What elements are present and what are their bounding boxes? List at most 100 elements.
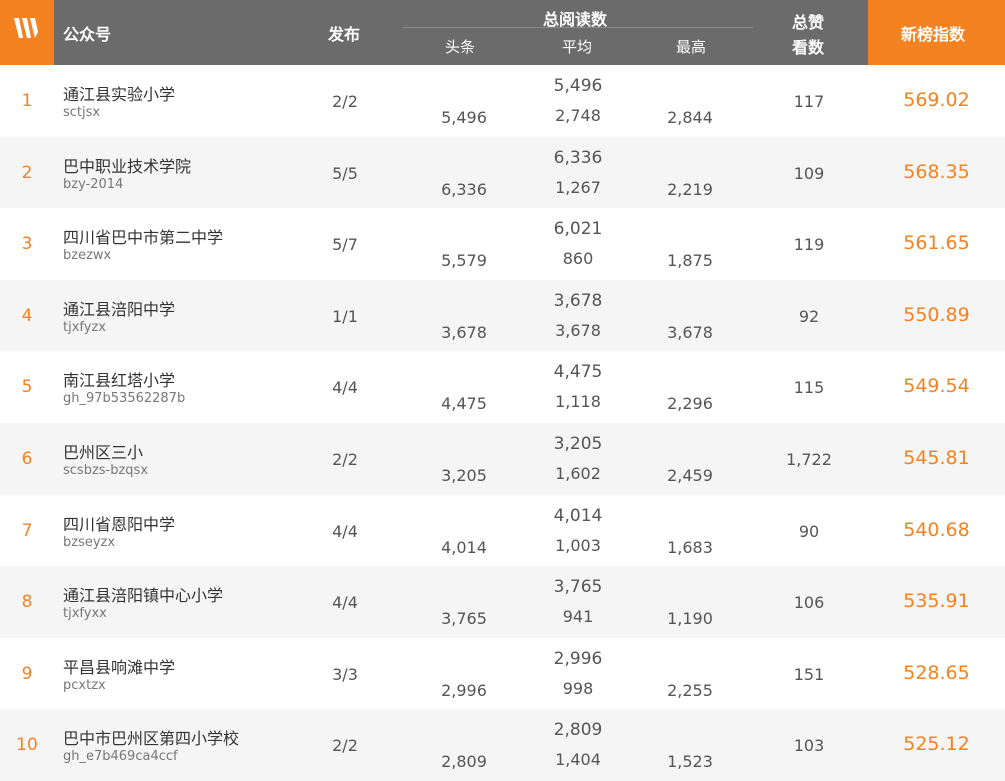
- rank-cell: 8: [21, 592, 33, 613]
- index-score: 540.68: [903, 518, 970, 541]
- rank-cell: 5: [21, 377, 33, 398]
- account-name[interactable]: 巴州区三小: [63, 439, 143, 463]
- head-reads: 3,765: [441, 609, 487, 629]
- rank-cell: 10: [16, 735, 38, 756]
- account-id: tjxfyzx: [63, 319, 106, 335]
- table-row[interactable]: 1 通江县实验小学 sctjsx 2/2 5,496 5,496 2,748 2,844 117…: [0, 65, 1005, 137]
- rank-cell: 7: [21, 520, 33, 541]
- table-row[interactable]: 6 巴州区三小 scsbzs-bzqsx 2/2 3,205 3,205 1,602 2,45…: [0, 423, 1005, 495]
- head-reads: 4,475: [441, 394, 487, 414]
- avg-reads: 941: [562, 607, 594, 627]
- max-reads: 1,875: [667, 251, 713, 271]
- total-reads: 2,809: [553, 720, 603, 741]
- index-score: 549.54: [903, 375, 970, 398]
- table-row[interactable]: 7 四川省恩阳中学 bzseyzx 4/4 4,014 4,014 1,003 1,683 90…: [0, 495, 1005, 567]
- head-reads: 4,014: [441, 537, 487, 557]
- avg-reads: 1,404: [555, 750, 601, 770]
- avg-reads: 1,267: [555, 177, 601, 197]
- column-header-likes-line2[interactable]: 看数: [792, 34, 824, 58]
- total-reads: 6,021: [553, 219, 603, 240]
- head-reads: 2,996: [441, 680, 487, 700]
- index-score: 568.35: [903, 160, 970, 183]
- publish-count: 5/5: [332, 163, 358, 183]
- account-name[interactable]: 巴中职业技术学院: [63, 153, 191, 177]
- ranking-table: 公众号 发布 总阅读数 头条 平均 最高 总赞 看数 新榜指数 1 通江县实验小学…: [0, 0, 1005, 781]
- publish-count: 2/2: [332, 736, 358, 756]
- publish-count: 4/4: [332, 378, 358, 398]
- account-id: tjxfyxx: [63, 606, 107, 622]
- index-score: 525.12: [903, 733, 970, 756]
- table-row[interactable]: 2 巴中职业技术学院 bzy-2014 5/5 6,336 6,336 1,267 2,219…: [0, 136, 1005, 209]
- column-header-index[interactable]: 新榜指数: [901, 21, 965, 45]
- likes-count: 90: [798, 521, 820, 541]
- total-reads: 4,475: [553, 362, 603, 383]
- max-reads: 2,255: [667, 680, 713, 700]
- rank-cell: 3: [21, 234, 33, 255]
- account-name[interactable]: 通江县涪阳中学: [63, 296, 175, 320]
- account-name[interactable]: 通江县涪阳镇中心小学: [63, 582, 223, 606]
- account-name[interactable]: 四川省巴中市第二中学: [63, 224, 223, 248]
- publish-count: 2/2: [332, 92, 358, 111]
- total-reads: 3,765: [553, 577, 603, 598]
- index-score: 535.91: [903, 590, 970, 613]
- head-reads: 6,336: [441, 179, 487, 199]
- column-header-avg[interactable]: 平均: [562, 36, 592, 57]
- total-reads: 3,678: [553, 290, 603, 311]
- total-reads: 6,336: [553, 147, 603, 168]
- account-name[interactable]: 平昌县响滩中学: [63, 654, 175, 678]
- likes-count: 117: [793, 92, 825, 111]
- max-reads: 2,844: [667, 108, 713, 127]
- avg-reads: 860: [562, 249, 594, 269]
- table-row[interactable]: 10 巴中市巴州区第四小学校 gh_e7b469ca4ccf 2/2 2,809 2,80…: [0, 709, 1005, 781]
- table-row[interactable]: 9 平昌县响滩中学 pcxtzx 3/3 2,996 2,996 998 2,255 151 52…: [0, 638, 1005, 710]
- publish-count: 5/7: [332, 235, 358, 255]
- head-reads: 2,809: [441, 752, 487, 772]
- rank-cell: 6: [21, 449, 33, 469]
- max-reads: 1,683: [667, 537, 713, 557]
- total-reads: 3,205: [553, 434, 603, 454]
- account-name[interactable]: 通江县实验小学: [63, 81, 175, 105]
- likes-count: 1,722: [786, 450, 832, 469]
- avg-reads: 3,678: [555, 320, 601, 340]
- likes-count: 119: [793, 235, 825, 255]
- likes-count: 115: [793, 378, 825, 398]
- likes-count: 106: [793, 593, 825, 613]
- head-reads: 3,678: [441, 322, 487, 342]
- table-row[interactable]: 3 四川省巴中市第二中学 bzezwx 5/7 6,021 5,579 860 1,875 11…: [0, 208, 1005, 280]
- likes-count: 92: [798, 306, 820, 326]
- total-reads: 4,014: [553, 505, 603, 526]
- index-score: 550.89: [903, 303, 970, 326]
- account-id: sctjsx: [63, 105, 101, 120]
- table-row[interactable]: 8 通江县涪阳镇中心小学 tjxfyxx 4/4 3,765 3,765 941 1,190 1…: [0, 566, 1005, 638]
- column-header-max[interactable]: 最高: [676, 36, 706, 57]
- column-header-publish[interactable]: 发布: [328, 21, 360, 45]
- max-reads: 1,190: [667, 609, 713, 629]
- column-header-likes-line1[interactable]: 总赞: [792, 9, 824, 33]
- likes-count: 151: [793, 664, 825, 684]
- avg-reads: 2,748: [555, 106, 601, 125]
- column-header-head[interactable]: 头条: [445, 36, 475, 57]
- head-reads: 5,579: [441, 251, 487, 271]
- rank-cell: 9: [21, 663, 33, 684]
- publish-count: 4/4: [332, 593, 358, 613]
- account-id: bzy-2014: [63, 176, 124, 192]
- publish-count: 4/4: [332, 521, 358, 541]
- table-row[interactable]: 4 通江县涪阳中学 tjxfyzx 1/1 3,678 3,678 3,678 3,678 92…: [0, 279, 1005, 352]
- account-name[interactable]: 巴中市巴州区第四小学校: [63, 725, 239, 749]
- avg-reads: 1,118: [555, 392, 601, 412]
- table-row[interactable]: 5 南江县红塔小学 gh_97b53562287b 4/4 4,475 4,475 1,11…: [0, 351, 1005, 423]
- account-name[interactable]: 南江县红塔小学: [63, 367, 175, 391]
- rank-cell: 4: [21, 305, 33, 326]
- rank-cell: 1: [21, 91, 33, 111]
- publish-count: 2/2: [332, 450, 358, 469]
- avg-reads: 1,602: [555, 464, 601, 483]
- index-score: 561.65: [903, 232, 970, 255]
- max-reads: 2,219: [667, 179, 713, 199]
- column-header-account[interactable]: 公众号: [63, 21, 111, 45]
- index-score: 528.65: [903, 661, 970, 684]
- rank-cell: 2: [21, 162, 33, 183]
- likes-count: 109: [793, 163, 825, 183]
- publish-count: 1/1: [332, 306, 358, 326]
- total-reads: 2,996: [553, 648, 603, 669]
- account-name[interactable]: 四川省恩阳中学: [63, 511, 175, 535]
